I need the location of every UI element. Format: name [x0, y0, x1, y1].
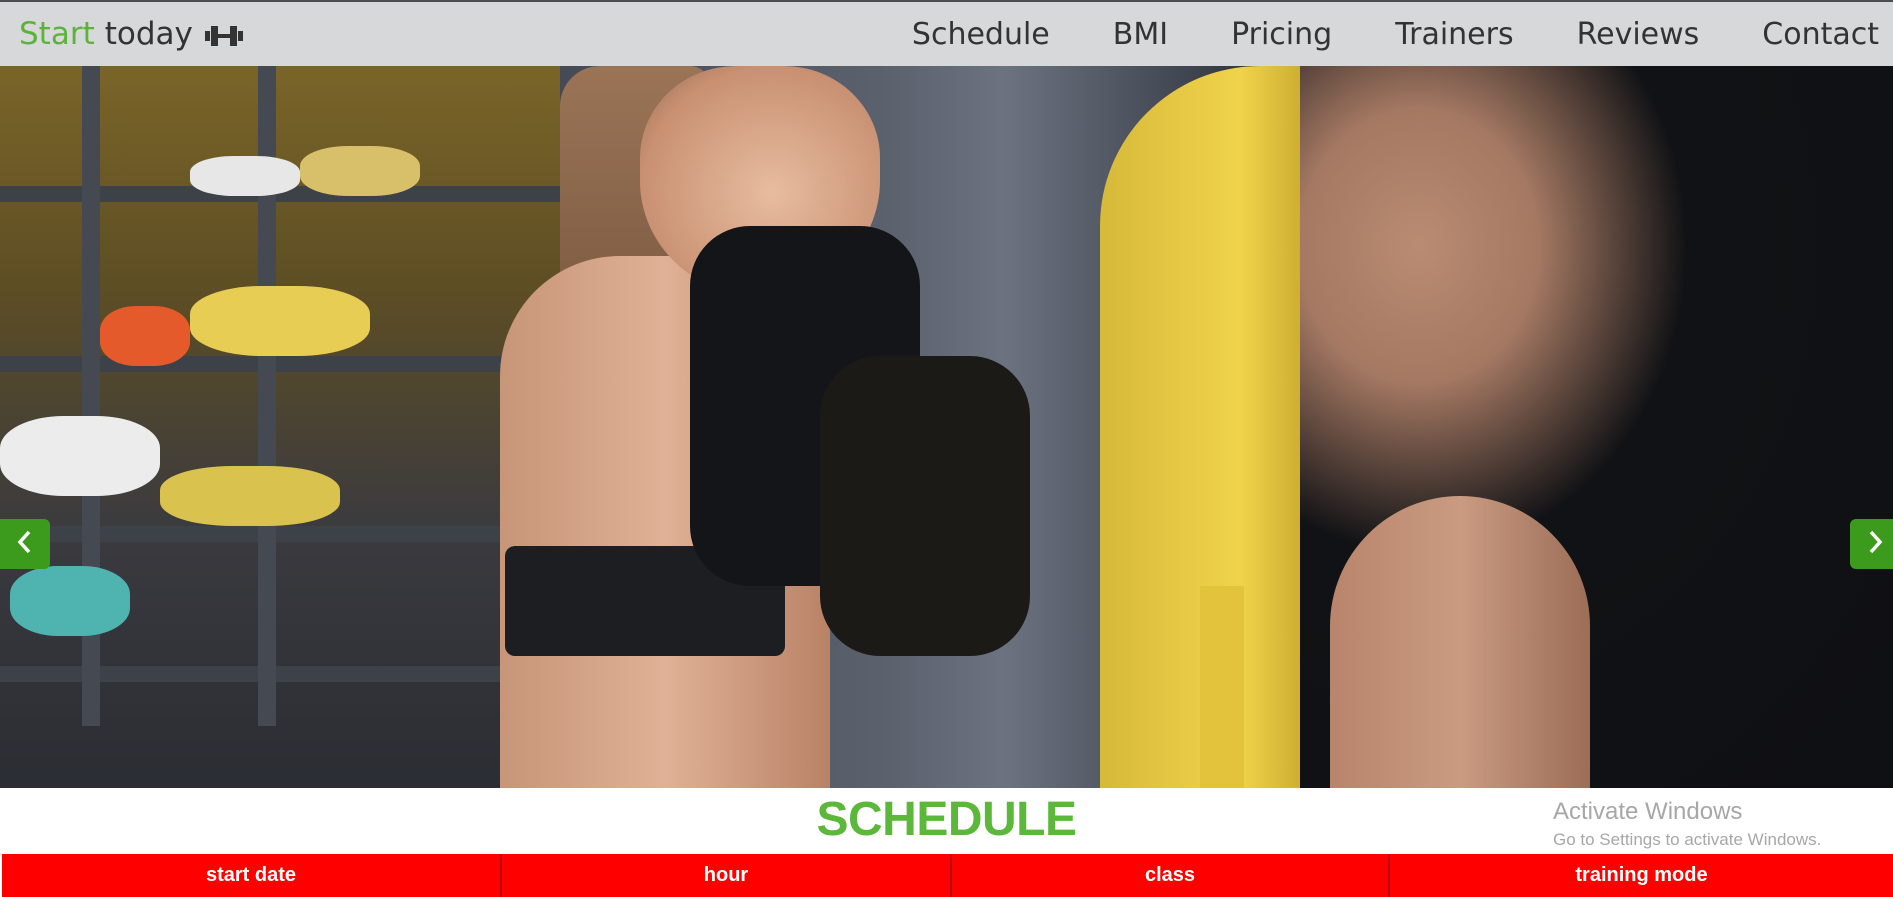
boxing-gear — [190, 156, 300, 196]
boxing-gear — [300, 146, 420, 196]
nav-reviews[interactable]: Reviews — [1577, 17, 1700, 52]
carousel-next-button[interactable] — [1850, 519, 1893, 569]
windows-activation-watermark: Activate Windows Go to Settings to activ… — [1553, 798, 1821, 850]
watermark-line-1: Activate Windows — [1553, 798, 1743, 825]
brand-accent-text: Start — [19, 16, 95, 52]
gym-shelves — [0, 66, 560, 788]
brand-text: today — [104, 16, 193, 52]
boxing-gear — [0, 416, 160, 496]
watermark-line-2: Go to Settings to activate Windows. — [1553, 830, 1822, 849]
nav-bmi[interactable]: BMI — [1113, 17, 1168, 52]
trainer-arm — [1330, 496, 1590, 788]
column-class: class — [952, 854, 1390, 897]
navbar: Start today Schedule BMI Pricing Trainer… — [0, 0, 1893, 66]
boxing-gear — [10, 566, 130, 636]
nav-schedule[interactable]: Schedule — [912, 17, 1050, 52]
nav-contact[interactable]: Contact — [1762, 17, 1879, 52]
brand-logo[interactable]: Start today — [19, 14, 245, 54]
chevron-left-icon — [14, 529, 36, 559]
carousel-prev-button[interactable] — [0, 519, 50, 569]
nav-links: Schedule BMI Pricing Trainers Reviews Co… — [912, 14, 1879, 54]
column-hour: hour — [502, 854, 952, 897]
bag-stand — [1200, 586, 1244, 788]
hero-carousel — [0, 66, 1893, 788]
column-start-date: start date — [2, 854, 502, 897]
boxing-glove — [820, 356, 1030, 656]
boxing-gear — [100, 306, 190, 366]
nav-pricing[interactable]: Pricing — [1231, 17, 1332, 52]
column-training-mode: training mode — [1575, 864, 1708, 886]
chevron-right-icon — [1864, 529, 1886, 559]
boxing-gear — [190, 286, 370, 356]
schedule-table-header: start date hour class training mode — [2, 854, 1893, 897]
nav-trainers[interactable]: Trainers — [1395, 17, 1513, 52]
dumbbell-icon — [203, 21, 245, 47]
boxing-gear — [160, 466, 340, 526]
